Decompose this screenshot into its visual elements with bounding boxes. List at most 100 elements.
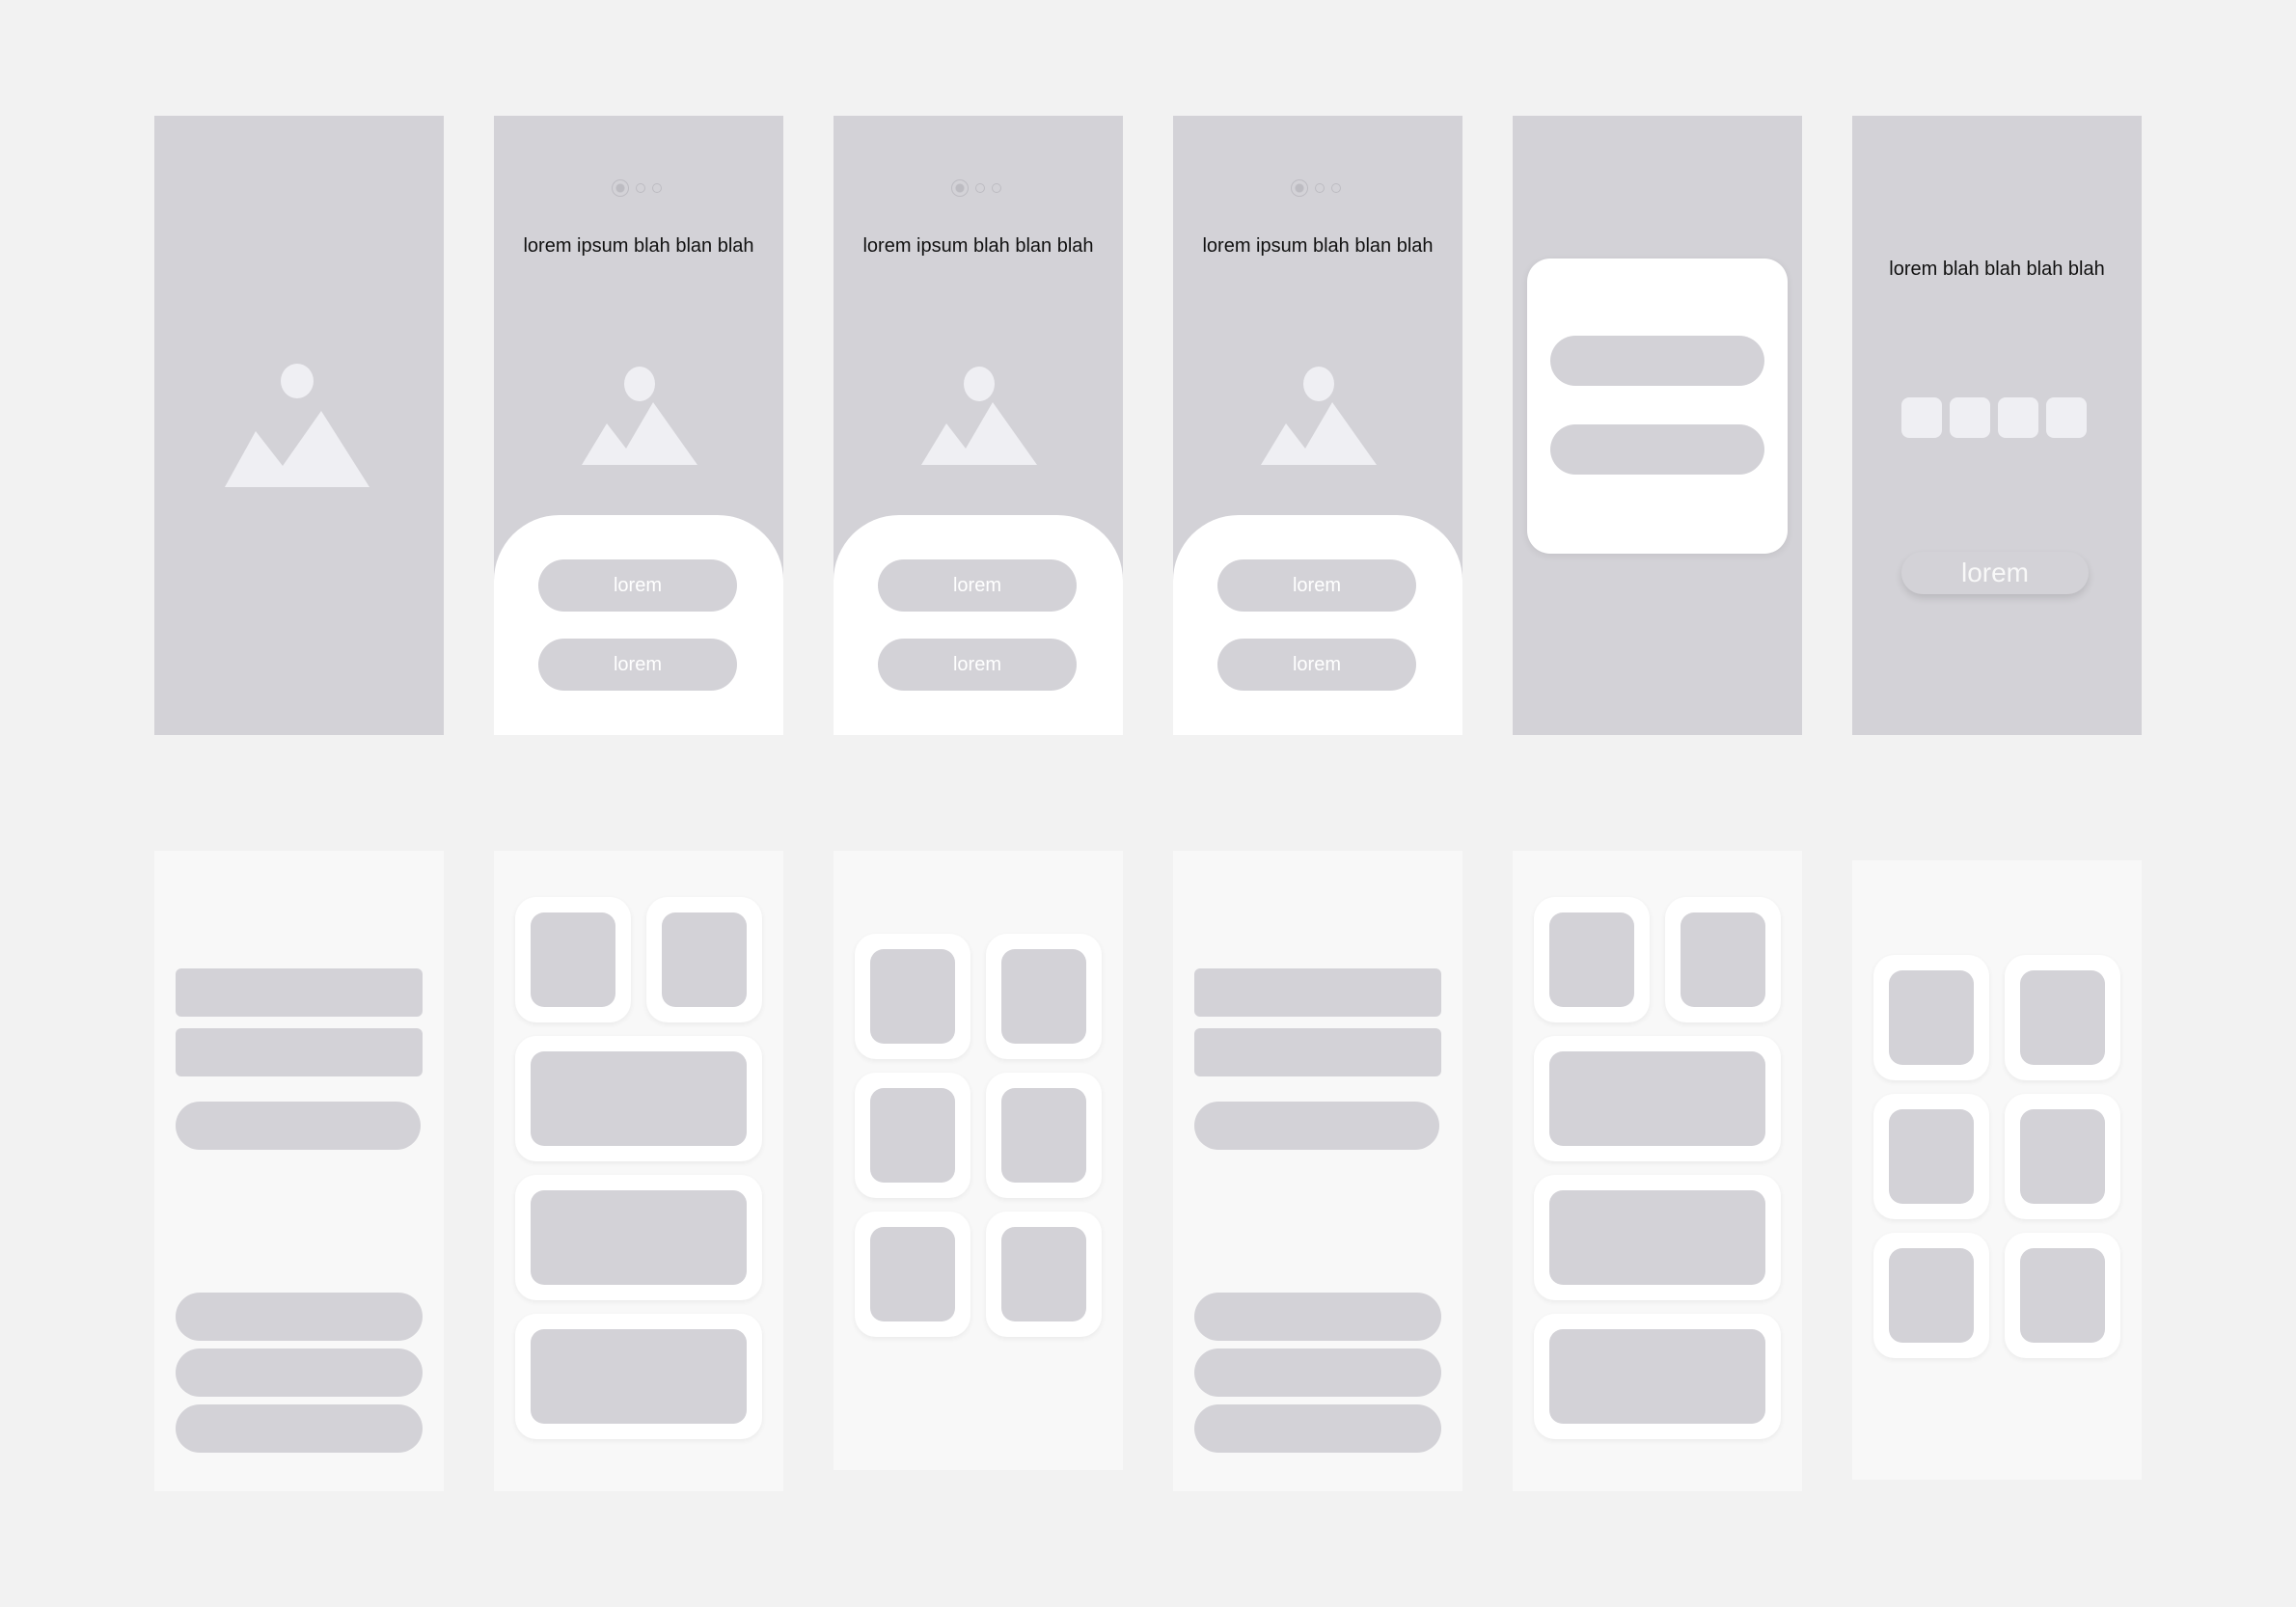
grid-card[interactable] [986, 1212, 1102, 1337]
page-dot[interactable] [1331, 183, 1341, 193]
grid-card[interactable] [986, 1073, 1102, 1198]
onboarding-title: lorem ipsum blah blan blah [862, 235, 1094, 257]
primary-button[interactable]: lorem [1217, 559, 1416, 612]
grid-card[interactable] [2005, 1094, 2120, 1219]
grid-card[interactable] [1873, 1233, 1989, 1358]
card-image [531, 1329, 747, 1424]
wide-card[interactable] [1534, 1314, 1781, 1439]
grid-image [1001, 949, 1086, 1044]
onboarding-title: lorem ipsum blah blan blah [523, 235, 754, 257]
option-button[interactable] [176, 1293, 423, 1341]
feed-screen-1 [494, 851, 783, 1491]
grid-image [1889, 970, 1974, 1065]
page-indicator[interactable] [951, 179, 1001, 197]
tile-image [1681, 912, 1765, 1007]
page-dot-active[interactable] [612, 179, 629, 197]
grid-card[interactable] [855, 1073, 970, 1198]
username-field[interactable] [1550, 336, 1764, 386]
wide-card[interactable] [515, 1036, 762, 1161]
option-button[interactable] [1194, 1404, 1441, 1453]
grid-image [1001, 1227, 1086, 1321]
card-image [531, 1190, 747, 1285]
page-dot[interactable] [636, 183, 645, 193]
splash-screen [154, 116, 444, 735]
primary-button[interactable]: lorem [878, 559, 1077, 612]
onboarding-screen-3: lorem ipsum blah blan blah lorem lorem [1173, 116, 1462, 735]
grid-image [870, 1088, 955, 1183]
form-screen-2 [1173, 851, 1462, 1491]
image-icon [225, 364, 369, 487]
wide-card[interactable] [515, 1314, 762, 1439]
grid-card[interactable] [1873, 1094, 1989, 1219]
card-image [1549, 1051, 1765, 1146]
option-button[interactable] [1194, 1293, 1441, 1341]
grid-image [870, 1227, 955, 1321]
code-digit-field[interactable] [1998, 397, 2038, 438]
grid-card[interactable] [855, 1212, 970, 1337]
primary-button[interactable]: lorem [538, 559, 737, 612]
page-indicator[interactable] [612, 179, 662, 197]
onboarding-title: lorem ipsum blah blan blah [1202, 235, 1434, 257]
tile-image [662, 912, 747, 1007]
tile-image [531, 912, 615, 1007]
verification-title: lorem blah blah blah blah [1889, 259, 2105, 280]
grid-card[interactable] [2005, 1233, 2120, 1358]
action-button[interactable] [1194, 1102, 1439, 1150]
option-button[interactable] [1194, 1348, 1441, 1397]
image-icon [1261, 367, 1377, 465]
secondary-button[interactable]: lorem [878, 639, 1077, 691]
password-field[interactable] [1550, 424, 1764, 475]
code-digit-field[interactable] [2046, 397, 2087, 438]
card-image [1549, 1190, 1765, 1285]
text-field[interactable] [1194, 968, 1441, 1017]
bottom-sheet: lorem lorem [1173, 515, 1462, 735]
grid-card[interactable] [1873, 955, 1989, 1080]
grid-card[interactable] [855, 934, 970, 1059]
login-screen [1513, 116, 1802, 735]
text-field[interactable] [176, 968, 423, 1017]
wide-card[interactable] [1534, 1036, 1781, 1161]
code-digit-field[interactable] [1950, 397, 1990, 438]
login-modal [1527, 259, 1788, 554]
card-image [1549, 1329, 1765, 1424]
page-dot[interactable] [1315, 183, 1325, 193]
grid-image [2020, 970, 2105, 1065]
card-image [531, 1051, 747, 1146]
option-button[interactable] [176, 1404, 423, 1453]
code-digit-field[interactable] [1901, 397, 1942, 438]
bottom-sheet: lorem lorem [494, 515, 783, 735]
secondary-button[interactable]: lorem [1217, 639, 1416, 691]
page-dot[interactable] [975, 183, 985, 193]
text-field[interactable] [1194, 1028, 1441, 1076]
wide-card[interactable] [515, 1175, 762, 1300]
submit-button[interactable]: lorem [1901, 552, 2089, 594]
page-dot-active[interactable] [951, 179, 969, 197]
page-indicator[interactable] [1291, 179, 1341, 197]
wireframe-canvas: lorem ipsum blah blan blah lorem lorem l… [0, 0, 2296, 1607]
page-dot[interactable] [992, 183, 1001, 193]
option-button[interactable] [176, 1348, 423, 1397]
image-icon [921, 367, 1037, 465]
tile-card[interactable] [1534, 897, 1650, 1022]
onboarding-screen-2: lorem ipsum blah blan blah lorem lorem [834, 116, 1123, 735]
grid-image [2020, 1248, 2105, 1343]
page-dot-active[interactable] [1291, 179, 1308, 197]
bottom-sheet: lorem lorem [834, 515, 1123, 735]
action-button[interactable] [176, 1102, 421, 1150]
verification-screen: lorem blah blah blah blah lorem [1852, 116, 2142, 735]
tile-image [1549, 912, 1634, 1007]
image-icon [582, 367, 697, 465]
grid-card[interactable] [2005, 955, 2120, 1080]
text-field[interactable] [176, 1028, 423, 1076]
tile-card[interactable] [515, 897, 631, 1022]
grid-screen-2 [1852, 860, 2142, 1480]
grid-image [870, 949, 955, 1044]
onboarding-screen-1: lorem ipsum blah blan blah lorem lorem [494, 116, 783, 735]
tile-card[interactable] [1665, 897, 1781, 1022]
tile-card[interactable] [646, 897, 762, 1022]
grid-card[interactable] [986, 934, 1102, 1059]
secondary-button[interactable]: lorem [538, 639, 737, 691]
grid-image [1889, 1248, 1974, 1343]
page-dot[interactable] [652, 183, 662, 193]
wide-card[interactable] [1534, 1175, 1781, 1300]
